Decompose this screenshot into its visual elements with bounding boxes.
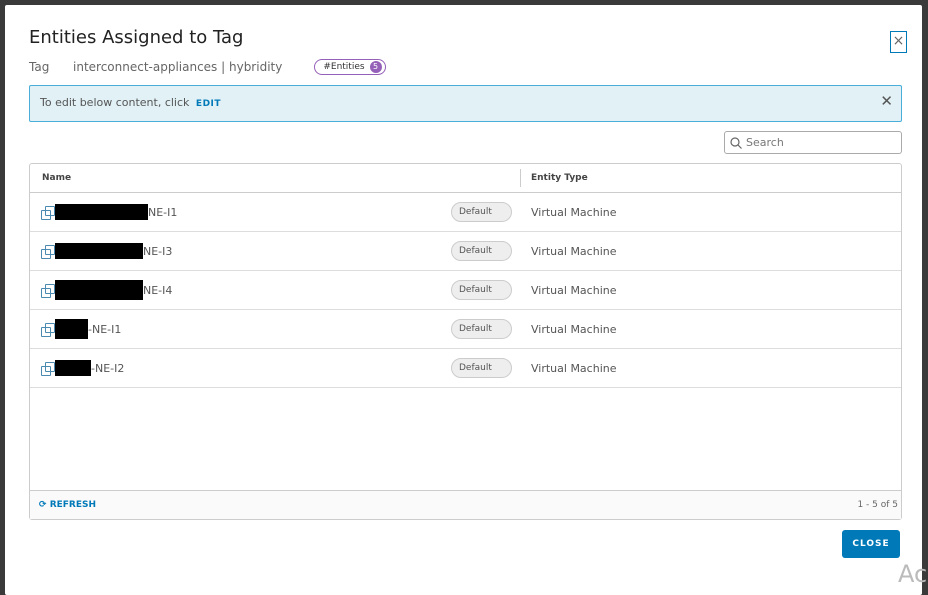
search-input[interactable]: Search [724, 131, 902, 154]
table-footer: ⟳ REFRESH 1 - 5 of 5 [30, 490, 901, 519]
redacted-name [55, 319, 88, 339]
tag-pill: Default [451, 202, 512, 222]
table-row[interactable]: -NE-I1 Default Virtual Machine [30, 310, 901, 349]
tag-pill: Default [451, 241, 512, 261]
entity-type: Virtual Machine [531, 244, 617, 258]
entity-name[interactable]: -NE-I2 [91, 362, 124, 375]
column-entity-type[interactable]: Entity Type [521, 173, 588, 183]
tag-pill: Default [451, 358, 512, 378]
entity-name[interactable]: -NE-I1 [88, 323, 121, 336]
refresh-label: REFRESH [49, 500, 97, 510]
entity-name[interactable]: NE-I1 [148, 206, 177, 219]
alert-text: To edit below content, click [40, 96, 190, 109]
entities-table: Name Entity Type NE-I1 Default Virtual Mac… [29, 163, 902, 520]
close-button[interactable]: CLOSE [842, 530, 900, 558]
badge-count: 5 [369, 61, 382, 73]
alert-close-icon[interactable]: ✕ [880, 92, 893, 110]
vm-icon [41, 205, 55, 220]
edit-link[interactable]: EDIT [196, 99, 221, 109]
tag-value: interconnect-appliances | hybridity [73, 60, 283, 74]
close-icon[interactable]: × [890, 31, 907, 53]
redacted-name [55, 243, 143, 259]
entity-type: Virtual Machine [531, 361, 617, 375]
vm-icon [41, 322, 55, 337]
redacted-name [55, 280, 143, 300]
dialog: Entities Assigned to Tag × Tag interconn… [5, 5, 922, 595]
entity-type: Virtual Machine [531, 205, 617, 219]
entity-type: Virtual Machine [531, 283, 617, 297]
refresh-icon: ⟳ [39, 500, 50, 510]
redacted-name [55, 204, 148, 220]
table-row[interactable]: NE-I3 Default Virtual Machine [30, 232, 901, 271]
table-header: Name Entity Type [30, 164, 901, 193]
dialog-title: Entities Assigned to Tag [29, 27, 244, 48]
search-placeholder: Search [746, 136, 784, 149]
column-name[interactable]: Name [30, 169, 521, 187]
tag-label: Tag [29, 60, 50, 74]
tag-pill: Default [451, 319, 512, 339]
pagination-info: 1 - 5 of 5 [857, 500, 898, 510]
info-alert: To edit below content, click EDIT ✕ [29, 85, 902, 122]
table-row[interactable]: -NE-I2 Default Virtual Machine [30, 349, 901, 388]
entities-badge: #Entities 5 [314, 59, 386, 75]
entity-type: Virtual Machine [531, 322, 617, 336]
redacted-name [55, 360, 91, 376]
entity-name[interactable]: NE-I3 [143, 245, 172, 258]
tag-info: Tag interconnect-appliances | hybridity … [29, 59, 386, 75]
search-icon [730, 136, 742, 149]
badge-label: #Entities [323, 62, 365, 72]
entity-name[interactable]: NE-I4 [143, 284, 172, 297]
table-row[interactable]: NE-I4 Default Virtual Machine [30, 271, 901, 310]
table-row[interactable]: NE-I1 Default Virtual Machine [30, 193, 901, 232]
refresh-button[interactable]: ⟳ REFRESH [39, 500, 96, 510]
vm-icon [41, 361, 55, 376]
vm-icon [41, 244, 55, 259]
tag-pill: Default [451, 280, 512, 300]
vm-icon [41, 283, 55, 298]
watermark-text: Ac [898, 560, 928, 588]
